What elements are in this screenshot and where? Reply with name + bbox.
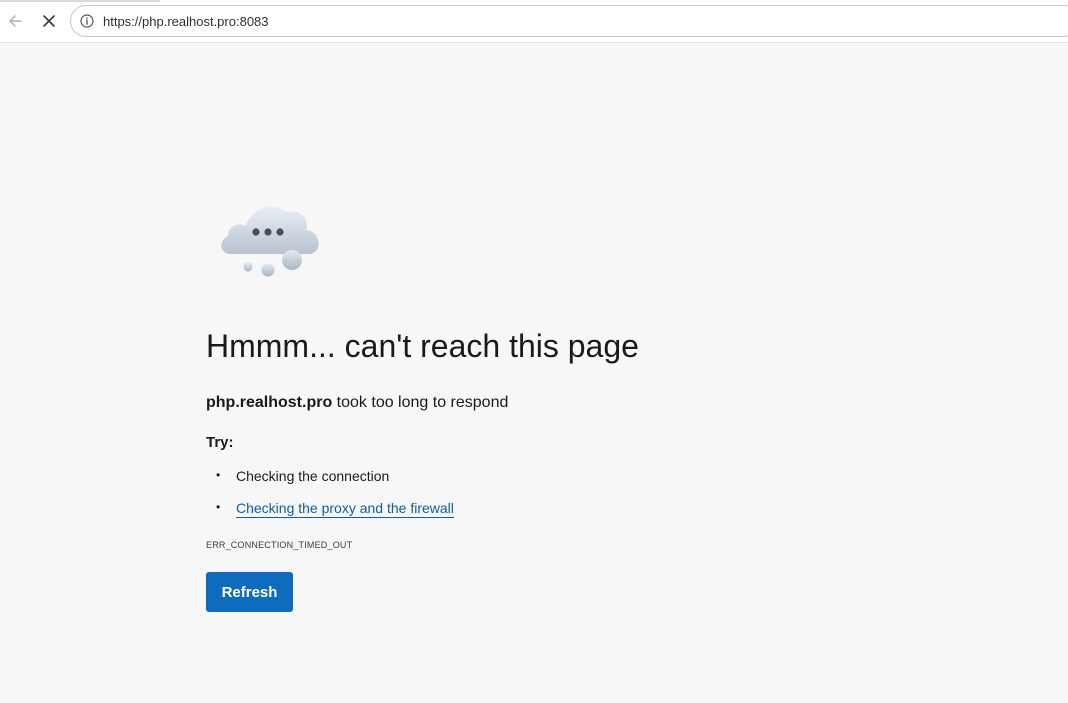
proxy-firewall-link[interactable]: Checking the proxy and the firewall — [236, 500, 454, 518]
tab-strip-edge — [0, 0, 160, 2]
cloud-icon — [221, 206, 319, 277]
browser-toolbar: https://php.realhost.pro:8083 — [0, 0, 1068, 43]
error-code: ERR_CONNECTION_TIMED_OUT — [206, 540, 353, 550]
address-bar[interactable]: https://php.realhost.pro:8083 — [70, 5, 1068, 37]
error-message: php.realhost.pro took too long to respon… — [206, 394, 508, 412]
suggestion-item: Checking the proxy and the firewall — [206, 500, 454, 532]
try-label: Try: — [206, 434, 234, 451]
suggestion-list: Checking the connection Checking the pro… — [206, 468, 454, 532]
arrow-left-icon — [9, 15, 22, 27]
stop-loading-button[interactable] — [35, 7, 63, 35]
error-message-text: took too long to respond — [332, 394, 509, 411]
host-name: php.realhost.pro — [206, 394, 333, 411]
suggestion-check-connection: Checking the connection — [236, 468, 390, 484]
refresh-button[interactable]: Refresh — [206, 572, 293, 612]
url-text[interactable]: https://php.realhost.pro:8083 — [103, 14, 269, 29]
suggestion-item: Checking the connection — [206, 468, 454, 500]
back-button[interactable] — [1, 7, 29, 35]
page-title: Hmmm... can't reach this page — [206, 328, 639, 364]
close-icon — [43, 15, 55, 27]
info-icon[interactable] — [80, 14, 94, 28]
